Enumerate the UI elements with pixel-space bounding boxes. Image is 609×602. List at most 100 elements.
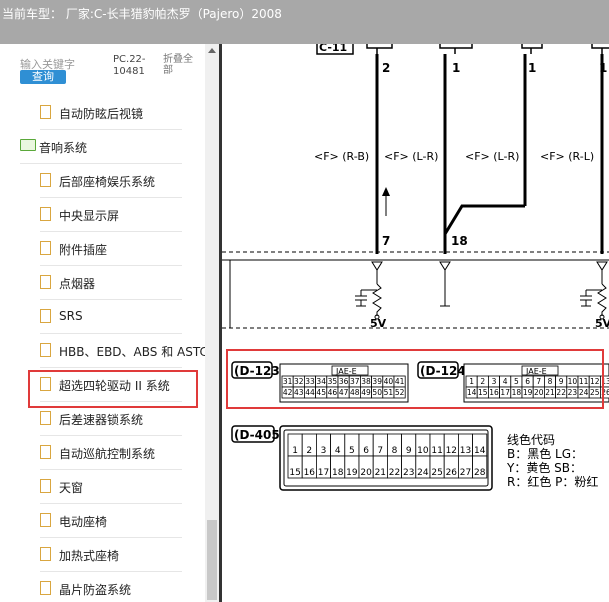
tree-item-label: HBB、EBD、ABS 和 ASTC bbox=[59, 345, 208, 359]
scroll-thumb[interactable] bbox=[207, 520, 217, 600]
tree-item[interactable]: HBB、EBD、ABS 和 ASTC bbox=[0, 334, 208, 368]
d405-pin-number: 7 bbox=[377, 446, 383, 456]
d405-pin-number: 10 bbox=[417, 446, 429, 456]
window-title: 当前车型： 厂家:C-长丰猎豹帕杰罗（Pajero）2008 bbox=[2, 7, 282, 21]
file-icon bbox=[40, 275, 51, 289]
fold-all-text: 折叠全部 bbox=[163, 54, 193, 76]
d405-pin-number: 5 bbox=[349, 446, 355, 456]
d124-pin-number: 2 bbox=[480, 377, 485, 386]
search-row: 输入关键字 查询 PC.22-10481 折叠全部 bbox=[0, 44, 205, 102]
d124-pin-number: 23 bbox=[568, 388, 578, 397]
tree-item[interactable]: 附件插座 bbox=[0, 232, 205, 266]
d123-pin-number: 52 bbox=[395, 388, 405, 397]
d405-pin-number: 17 bbox=[318, 468, 329, 478]
wire-label-4: <F> (R-L) bbox=[540, 150, 594, 163]
color-code-title: 线色代码 bbox=[507, 433, 555, 447]
tree-item-label: SRS bbox=[59, 309, 83, 323]
file-icon bbox=[40, 207, 51, 221]
d124-pin-number: 17 bbox=[500, 388, 510, 397]
color-code-line1: B：黑色 LG： bbox=[507, 447, 583, 461]
d124-pin-number: 15 bbox=[478, 388, 488, 397]
connector-c11: C-11 bbox=[316, 44, 354, 55]
d123-pin-number: 46 bbox=[328, 388, 338, 397]
tree-item-label: 附件插座 bbox=[59, 243, 108, 257]
tree-item-label: 晶片防盗系统 bbox=[59, 583, 132, 597]
d405-pin-number: 4 bbox=[335, 446, 341, 456]
d405-pin-number: 28 bbox=[474, 468, 486, 478]
d123-pin-number: 39 bbox=[372, 377, 382, 386]
file-icon bbox=[40, 445, 51, 459]
connector-d405-label: (D-405) bbox=[234, 428, 285, 442]
d123-pin-number: 35 bbox=[328, 377, 338, 386]
file-icon bbox=[40, 309, 51, 323]
tree-item-label: 电动座椅 bbox=[59, 515, 108, 529]
pin-mid-18: 18 bbox=[451, 234, 468, 248]
title-bar: 当前车型： 厂家:C-长丰猎豹帕杰罗（Pajero）2008 bbox=[0, 0, 609, 45]
d124-pin-number: 16 bbox=[489, 388, 499, 397]
d123-pin-number: 38 bbox=[361, 377, 371, 386]
d124-pin-number: 10 bbox=[568, 377, 578, 386]
mid-pin-numbers: 7 18 bbox=[382, 234, 468, 248]
wire-labels: <F> (R-B) <F> (L-R) <F> (L-R) <F> (R-L) bbox=[314, 150, 594, 163]
tree-item[interactable]: 电动座椅 bbox=[0, 504, 205, 538]
connector-c11-label: C-11 bbox=[319, 44, 347, 54]
d123-pin-number: 34 bbox=[316, 377, 326, 386]
navigation-pane: 输入关键字 查询 PC.22-10481 折叠全部 自动防眩后视镜音响系统后部座… bbox=[0, 44, 219, 602]
d123-pin-number: 45 bbox=[316, 388, 326, 397]
d123-pin-number: 44 bbox=[305, 388, 315, 397]
query-button[interactable]: 查询 bbox=[20, 70, 66, 84]
tree-item-label: 自动防眩后视镜 bbox=[59, 107, 144, 121]
d124-pin-number: 22 bbox=[556, 388, 566, 397]
tree-item-label: 后差速器锁系统 bbox=[59, 413, 144, 427]
d124-pin-number: 9 bbox=[559, 377, 564, 386]
tree-item[interactable]: 音响系统 bbox=[0, 130, 205, 164]
tree-item-label: 中央显示屏 bbox=[59, 209, 120, 223]
tree-scrollbar[interactable] bbox=[205, 44, 219, 602]
tree-item-label: 加热式座椅 bbox=[59, 549, 120, 563]
d124-pin-number: 3 bbox=[492, 377, 497, 386]
tree-item[interactable]: 天窗 bbox=[0, 470, 205, 504]
d124-pin-number: 6 bbox=[525, 377, 530, 386]
tree-item[interactable]: 晶片防盗系统 bbox=[0, 572, 205, 602]
d405-pin-number: 18 bbox=[332, 468, 344, 478]
tree-item-label: 后部座椅娱乐系统 bbox=[59, 175, 156, 189]
voltage-5v-left: 5V bbox=[370, 317, 387, 330]
d123-pin-number: 49 bbox=[361, 388, 371, 397]
pin-top-1: 2 bbox=[382, 61, 390, 75]
d405-pin-number: 8 bbox=[392, 446, 398, 456]
color-code-line3: R：红色 P：粉红 bbox=[507, 474, 598, 489]
top-pin-numbers: 2 1 1 1 bbox=[382, 61, 607, 75]
fold-all-button[interactable]: 折叠全部 bbox=[163, 54, 199, 76]
d405-pin-number: 14 bbox=[474, 446, 486, 456]
tree-item-label: 音响系统 bbox=[39, 141, 88, 155]
d123-pin-number: 47 bbox=[339, 388, 349, 397]
d405-pin-number: 12 bbox=[446, 446, 457, 456]
d123-pin-number: 51 bbox=[384, 388, 394, 397]
d124-pin-number: 12 bbox=[590, 377, 600, 386]
d124-pin-number: 18 bbox=[512, 388, 522, 397]
tree-item[interactable]: 中央显示屏 bbox=[0, 198, 205, 232]
folder-icon bbox=[20, 139, 36, 151]
d123-pin-number: 48 bbox=[350, 388, 360, 397]
pin-top-3: 1 bbox=[528, 61, 536, 75]
tree-item-label: 天窗 bbox=[59, 481, 84, 495]
d123-pin-number: 33 bbox=[305, 377, 315, 386]
file-icon bbox=[40, 513, 51, 527]
wiring-diagram-svg: C-11 2 1 1 1 <F> (R-B) <F> (L-R) <F> (L-… bbox=[222, 44, 609, 491]
sensor-circuit-right bbox=[580, 283, 607, 320]
tree-item[interactable]: 点烟器 bbox=[0, 266, 205, 300]
tree-item[interactable]: 自动巡航控制系统 bbox=[0, 436, 205, 470]
terminals bbox=[371, 261, 608, 307]
tree-item[interactable]: 后部座椅娱乐系统 bbox=[0, 164, 205, 198]
d124-pin-number: 24 bbox=[579, 388, 589, 397]
scroll-up-icon[interactable] bbox=[208, 48, 216, 53]
voltage-5v-right: 5V bbox=[595, 317, 609, 330]
tree-item[interactable]: 加热式座椅 bbox=[0, 538, 205, 572]
d405-pin-number: 25 bbox=[431, 468, 442, 478]
wire-label-1: <F> (R-B) bbox=[314, 150, 369, 163]
tree-item[interactable]: SRS bbox=[0, 300, 205, 334]
d405-pin-number: 9 bbox=[406, 446, 412, 456]
d405-pin-number: 6 bbox=[363, 446, 369, 456]
d123-pin-number: 50 bbox=[372, 388, 382, 397]
tree-item[interactable]: 自动防眩后视镜 bbox=[0, 96, 205, 130]
